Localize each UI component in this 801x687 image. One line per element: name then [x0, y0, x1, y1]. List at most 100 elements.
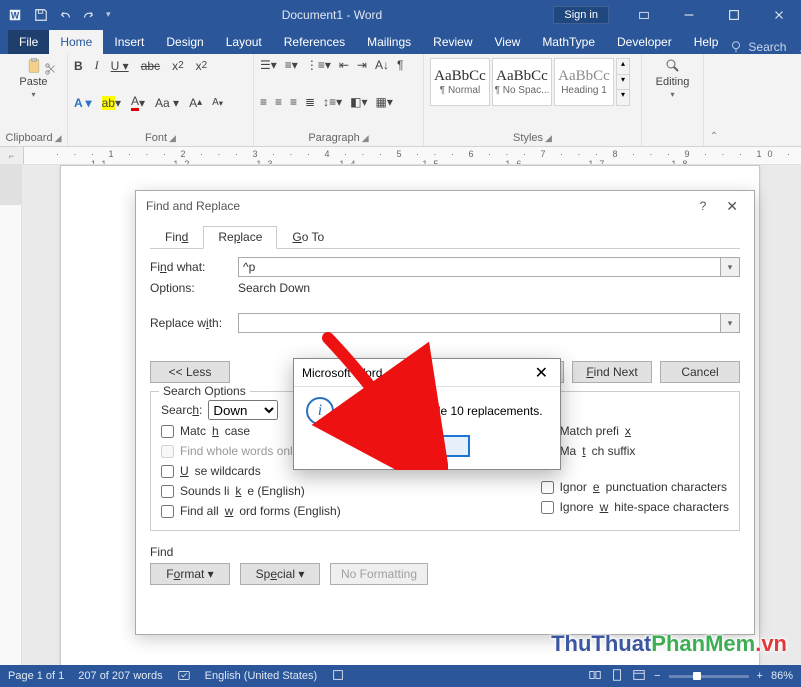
- tab-help[interactable]: Help: [683, 30, 730, 54]
- tab-view[interactable]: View: [484, 30, 532, 54]
- tab-review[interactable]: Review: [422, 30, 483, 54]
- match-suffix-checkbox[interactable]: Match suffix: [541, 444, 729, 458]
- dialog-help-button[interactable]: ?: [700, 199, 707, 213]
- style-heading-1[interactable]: AaBbCcHeading 1: [554, 58, 614, 106]
- gallery-down-icon[interactable]: ▾: [617, 75, 629, 91]
- accessibility-icon[interactable]: [331, 668, 345, 685]
- close-icon[interactable]: [756, 0, 801, 29]
- undo-icon[interactable]: [58, 8, 72, 22]
- word-count[interactable]: 207 of 207 words: [78, 670, 162, 682]
- match-prefix-checkbox[interactable]: Match prefix: [541, 424, 729, 438]
- tab-developer[interactable]: Developer: [606, 30, 683, 54]
- shrink-font-button[interactable]: A▾: [212, 97, 223, 108]
- styles-gallery[interactable]: AaBbCc¶ Normal AaBbCc¶ No Spac... AaBbCc…: [430, 58, 635, 106]
- zoom-slider[interactable]: [669, 675, 749, 678]
- language-status[interactable]: English (United States): [205, 670, 318, 682]
- strikethrough-button[interactable]: abc: [141, 59, 160, 73]
- dialog-close-button[interactable]: ✕: [720, 198, 744, 215]
- less-button[interactable]: << Less: [150, 361, 230, 383]
- ribbon-display-icon[interactable]: [621, 0, 666, 29]
- spell-check-icon[interactable]: [177, 668, 191, 685]
- italic-button[interactable]: I: [95, 58, 99, 73]
- bullets-button[interactable]: ☰▾: [260, 58, 277, 72]
- zoom-value[interactable]: 86%: [771, 670, 793, 682]
- ignore-punct-checkbox[interactable]: Ignore punctuation characters: [541, 480, 729, 494]
- print-layout-icon[interactable]: [610, 668, 624, 685]
- multilevel-button[interactable]: ⋮≡▾: [306, 58, 331, 72]
- vertical-ruler[interactable]: [0, 165, 22, 665]
- tab-find[interactable]: Find: [150, 226, 203, 249]
- increase-indent-button[interactable]: ⇥: [357, 58, 367, 72]
- replace-with-input[interactable]: [238, 313, 740, 333]
- special-button[interactable]: Special ▾: [240, 563, 320, 585]
- tab-home[interactable]: Home: [49, 30, 103, 54]
- ignore-ws-checkbox[interactable]: Ignore white-space characters: [541, 500, 729, 514]
- collapse-ribbon-icon[interactable]: ⌃: [710, 131, 718, 142]
- cut-icon[interactable]: [44, 62, 58, 79]
- change-case-button[interactable]: Aa ▾: [155, 96, 179, 110]
- justify-button[interactable]: ≣: [305, 95, 315, 109]
- tab-goto[interactable]: Go To: [277, 226, 339, 249]
- borders-button[interactable]: ▦▾: [376, 95, 393, 109]
- line-spacing-button[interactable]: ↕≡▾: [323, 95, 342, 109]
- font-launcher-icon[interactable]: ◢: [169, 133, 176, 144]
- tab-design[interactable]: Design: [155, 30, 214, 54]
- web-layout-icon[interactable]: [632, 668, 646, 685]
- tab-file[interactable]: File: [8, 30, 49, 54]
- ok-button[interactable]: OK: [384, 435, 470, 457]
- word-forms-checkbox[interactable]: Find all word forms (English): [161, 504, 341, 518]
- gallery-more-icon[interactable]: ▾: [617, 90, 629, 105]
- zoom-in-icon[interactable]: +: [757, 670, 763, 682]
- styles-launcher-icon[interactable]: ◢: [545, 133, 552, 144]
- msgbox-title: Microsoft Word: [302, 366, 382, 380]
- align-left-button[interactable]: ≡: [260, 95, 267, 109]
- horizontal-ruler[interactable]: ⌐ · · · 1 · · · 2 · · · 3 · · · 4 · · · …: [0, 147, 801, 165]
- read-mode-icon[interactable]: [588, 668, 602, 685]
- align-right-button[interactable]: ≡: [290, 95, 297, 109]
- underline-button[interactable]: U ▾: [111, 59, 129, 73]
- zoom-out-icon[interactable]: −: [654, 670, 660, 682]
- align-center-button[interactable]: ≡: [275, 95, 282, 109]
- clipboard-launcher-icon[interactable]: ◢: [55, 133, 62, 144]
- gallery-up-icon[interactable]: ▴: [617, 59, 629, 75]
- highlight-button[interactable]: ab▾: [102, 96, 121, 110]
- qat-customize-icon[interactable]: ▾: [106, 9, 111, 20]
- bold-button[interactable]: B: [74, 59, 83, 73]
- font-color-button[interactable]: A ▾: [131, 94, 145, 111]
- tab-references[interactable]: References: [273, 30, 356, 54]
- find-next-button[interactable]: Find Next: [572, 361, 652, 383]
- redo-icon[interactable]: [82, 8, 96, 22]
- minimize-icon[interactable]: [666, 0, 711, 29]
- style-normal[interactable]: AaBbCc¶ Normal: [430, 58, 490, 106]
- tab-insert[interactable]: Insert: [103, 30, 155, 54]
- find-what-input[interactable]: ^p: [238, 257, 740, 277]
- decrease-indent-button[interactable]: ⇤: [339, 58, 349, 72]
- grow-font-button[interactable]: A▴: [189, 96, 202, 110]
- tab-replace[interactable]: Replace: [203, 226, 277, 249]
- numbering-button[interactable]: ≡▾: [285, 58, 298, 72]
- tab-selector[interactable]: ⌐: [0, 147, 24, 165]
- page-count[interactable]: Page 1 of 1: [8, 670, 64, 682]
- find-section-label: Find: [150, 545, 740, 559]
- show-marks-button[interactable]: ¶: [397, 58, 403, 72]
- shading-button[interactable]: ◧▾: [350, 95, 367, 109]
- maximize-icon[interactable]: [711, 0, 756, 29]
- format-button[interactable]: Format ▾: [150, 563, 230, 585]
- save-icon[interactable]: [34, 8, 48, 22]
- sounds-like-checkbox[interactable]: Sounds like (English): [161, 484, 341, 498]
- sign-in-button[interactable]: Sign in: [553, 6, 609, 24]
- tab-mathtype[interactable]: MathType: [531, 30, 606, 54]
- tell-me-search[interactable]: Search: [729, 40, 786, 54]
- search-direction-select[interactable]: Down: [208, 400, 278, 420]
- sort-button[interactable]: A↓: [375, 58, 389, 72]
- editing-button[interactable]: Editing ▾: [648, 58, 697, 99]
- subscript-button[interactable]: x2: [172, 59, 184, 73]
- cancel-button[interactable]: Cancel: [660, 361, 740, 383]
- tab-layout[interactable]: Layout: [215, 30, 273, 54]
- paragraph-launcher-icon[interactable]: ◢: [362, 133, 369, 144]
- tab-mailings[interactable]: Mailings: [356, 30, 422, 54]
- text-effects-button[interactable]: A ▾: [74, 96, 92, 110]
- style-no-spacing[interactable]: AaBbCc¶ No Spac...: [492, 58, 552, 106]
- superscript-button[interactable]: x2: [196, 59, 208, 73]
- msgbox-close-button[interactable]: ✕: [531, 363, 552, 383]
